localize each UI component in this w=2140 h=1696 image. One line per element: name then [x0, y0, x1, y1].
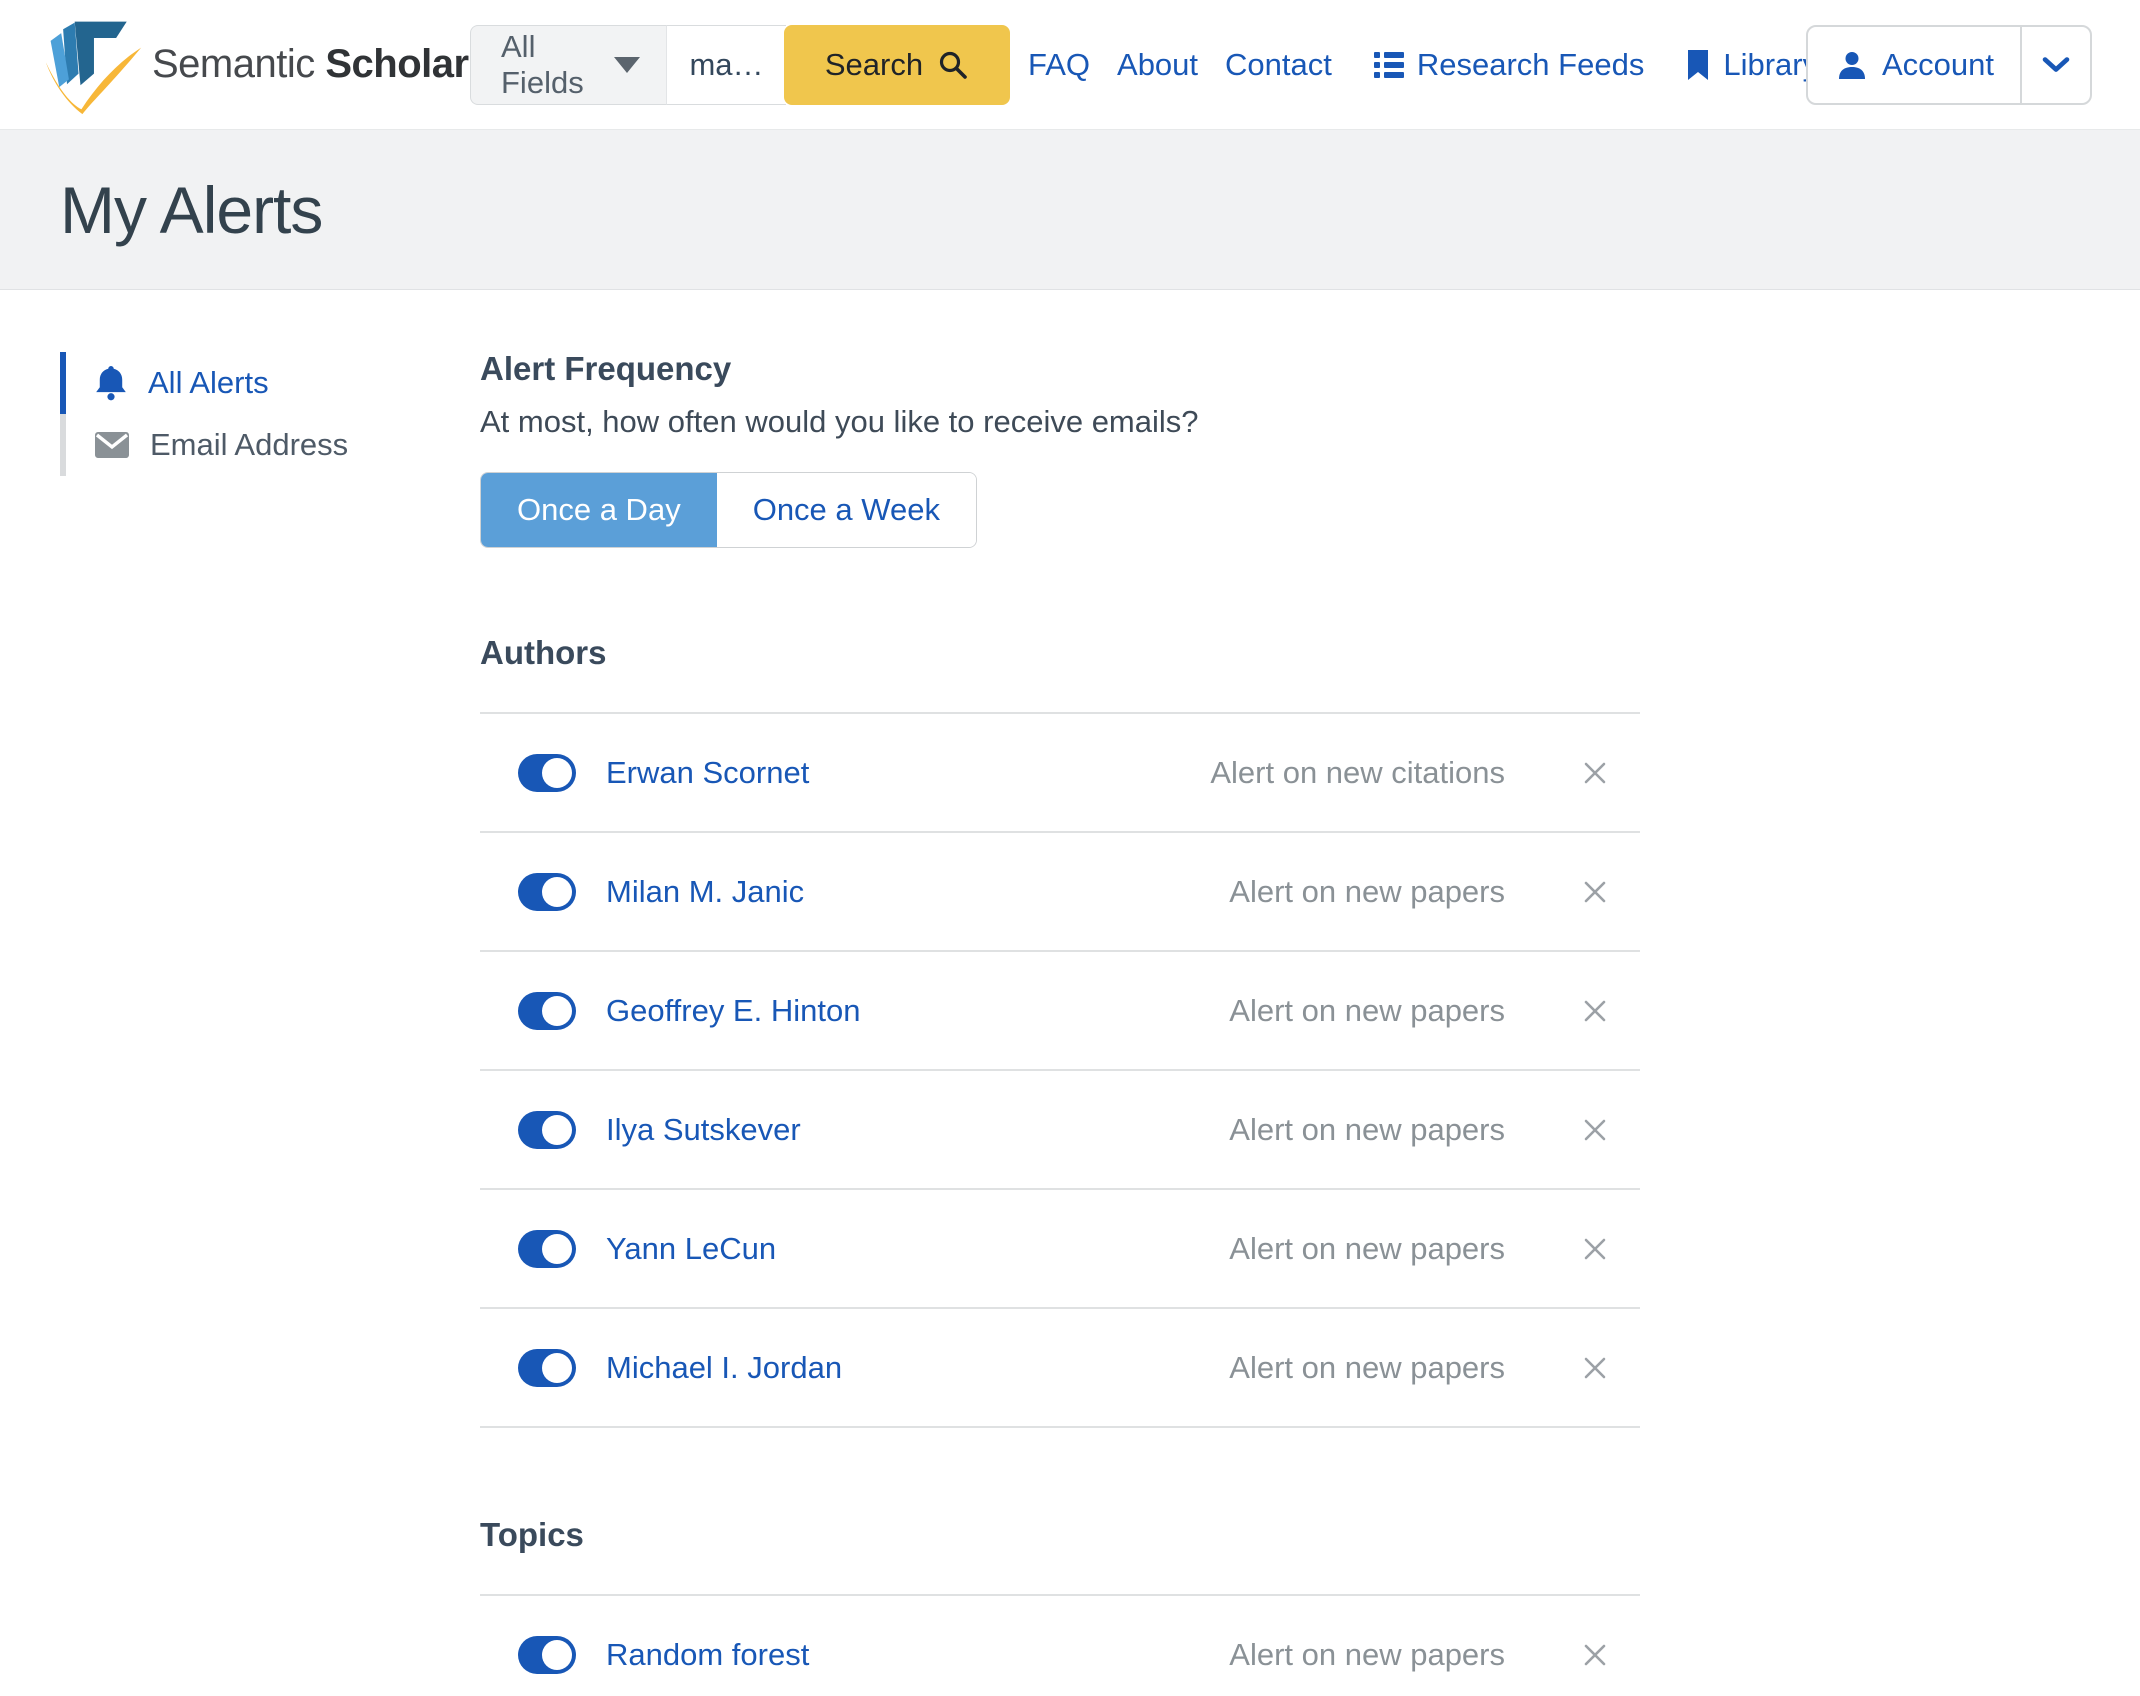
alert-frequency-title: Alert Frequency [480, 350, 1640, 388]
search-button[interactable]: Search [784, 25, 1010, 105]
top-bar: Semantic Scholar All Fields Search FAQ A… [0, 0, 2140, 130]
remove-alert-button[interactable] [1580, 1234, 1610, 1264]
brand-name: Semantic Scholar [152, 42, 469, 87]
person-icon [1836, 49, 1868, 81]
alert-toggle-on[interactable] [518, 1230, 576, 1268]
search-scope-label: All Fields [501, 29, 594, 101]
alert-row: Yann LeCun Alert on new papers [480, 1190, 1640, 1309]
search-input[interactable] [666, 25, 786, 105]
remove-alert-button[interactable] [1580, 758, 1610, 788]
brand-logo[interactable]: Semantic Scholar [40, 12, 469, 116]
account-menu-toggle[interactable] [2020, 27, 2090, 103]
author-link[interactable]: Ilya Sutskever [606, 1112, 801, 1148]
alert-status: Alert on new citations [1210, 755, 1505, 791]
caret-down-icon [614, 57, 640, 73]
alert-toggle-on[interactable] [518, 1636, 576, 1674]
topic-link[interactable]: Random forest [606, 1637, 809, 1673]
close-icon [1580, 1234, 1610, 1264]
close-icon [1580, 758, 1610, 788]
remove-alert-button[interactable] [1580, 1115, 1610, 1145]
alert-toggle-on[interactable] [518, 992, 576, 1030]
account-split-button: Account [1806, 25, 2092, 105]
sidebar-item-label: Email Address [150, 427, 348, 463]
account-button[interactable]: Account [1808, 27, 2020, 103]
list-icon [1373, 50, 1405, 80]
bookmark-icon [1685, 49, 1711, 81]
alert-row: Milan M. Janic Alert on new papers [480, 833, 1640, 952]
search-icon [937, 49, 969, 81]
remove-alert-button[interactable] [1580, 877, 1610, 907]
chevron-down-icon [2041, 56, 2071, 74]
semantic-scholar-logo-icon [40, 12, 146, 116]
remove-alert-button[interactable] [1580, 1353, 1610, 1383]
alert-toggle-on[interactable] [518, 754, 576, 792]
nav-contact[interactable]: Contact [1225, 47, 1332, 83]
nav-about[interactable]: About [1117, 47, 1198, 83]
author-link[interactable]: Erwan Scornet [606, 755, 809, 791]
close-icon [1580, 1115, 1610, 1145]
alert-toggle-on[interactable] [518, 1349, 576, 1387]
nav-faq[interactable]: FAQ [1028, 47, 1090, 83]
alert-row: Ilya Sutskever Alert on new papers [480, 1071, 1640, 1190]
sidebar-item-label: All Alerts [148, 365, 269, 401]
alert-row: Random forest Alert on new papers [480, 1596, 1640, 1696]
alert-row: Geoffrey E. Hinton Alert on new papers [480, 952, 1640, 1071]
remove-alert-button[interactable] [1580, 996, 1610, 1026]
search-bar: All Fields Search [470, 25, 1010, 105]
envelope-icon [94, 431, 130, 459]
alert-toggle-on[interactable] [518, 873, 576, 911]
alert-status: Alert on new papers [1229, 1637, 1505, 1673]
search-scope-dropdown[interactable]: All Fields [470, 25, 666, 105]
alert-status: Alert on new papers [1229, 1231, 1505, 1267]
nav-research-feeds[interactable]: Research Feeds [1373, 47, 1644, 83]
close-icon [1580, 996, 1610, 1026]
sidebar-item-all-alerts[interactable]: All Alerts [60, 352, 420, 414]
remove-alert-button[interactable] [1580, 1640, 1610, 1670]
alert-status: Alert on new papers [1229, 874, 1505, 910]
sidebar-item-email-address[interactable]: Email Address [60, 414, 420, 476]
close-icon [1580, 1640, 1610, 1670]
alert-row: Erwan Scornet Alert on new citations [480, 714, 1640, 833]
close-icon [1580, 1353, 1610, 1383]
nav-library[interactable]: Library [1685, 47, 1818, 83]
author-link[interactable]: Yann LeCun [606, 1231, 776, 1267]
alert-status: Alert on new papers [1229, 1112, 1505, 1148]
frequency-button-group: Once a Day Once a Week [480, 472, 977, 548]
alert-toggle-on[interactable] [518, 1111, 576, 1149]
my-alerts-page: Semantic Scholar All Fields Search FAQ A… [0, 0, 2140, 1696]
frequency-option-once-a-day[interactable]: Once a Day [481, 473, 717, 547]
sidebar: All Alerts Email Address [60, 352, 420, 476]
authors-list: Erwan Scornet Alert on new citations Mil… [480, 712, 1640, 1428]
page-title: My Alerts [60, 172, 322, 248]
topics-section-title: Topics [480, 1516, 1640, 1554]
alert-frequency-question: At most, how often would you like to rec… [480, 404, 1640, 440]
bell-icon [94, 365, 128, 401]
author-link[interactable]: Michael I. Jordan [606, 1350, 842, 1386]
topics-list: Random forest Alert on new papers [480, 1594, 1640, 1696]
frequency-option-once-a-week[interactable]: Once a Week [717, 473, 976, 547]
page-title-band: My Alerts [0, 130, 2140, 290]
authors-section-title: Authors [480, 634, 1640, 672]
alerts-settings-main: Alert Frequency At most, how often would… [480, 350, 1640, 1696]
alert-status: Alert on new papers [1229, 993, 1505, 1029]
author-link[interactable]: Milan M. Janic [606, 874, 804, 910]
author-link[interactable]: Geoffrey E. Hinton [606, 993, 860, 1029]
close-icon [1580, 877, 1610, 907]
alert-row: Michael I. Jordan Alert on new papers [480, 1309, 1640, 1428]
alert-status: Alert on new papers [1229, 1350, 1505, 1386]
